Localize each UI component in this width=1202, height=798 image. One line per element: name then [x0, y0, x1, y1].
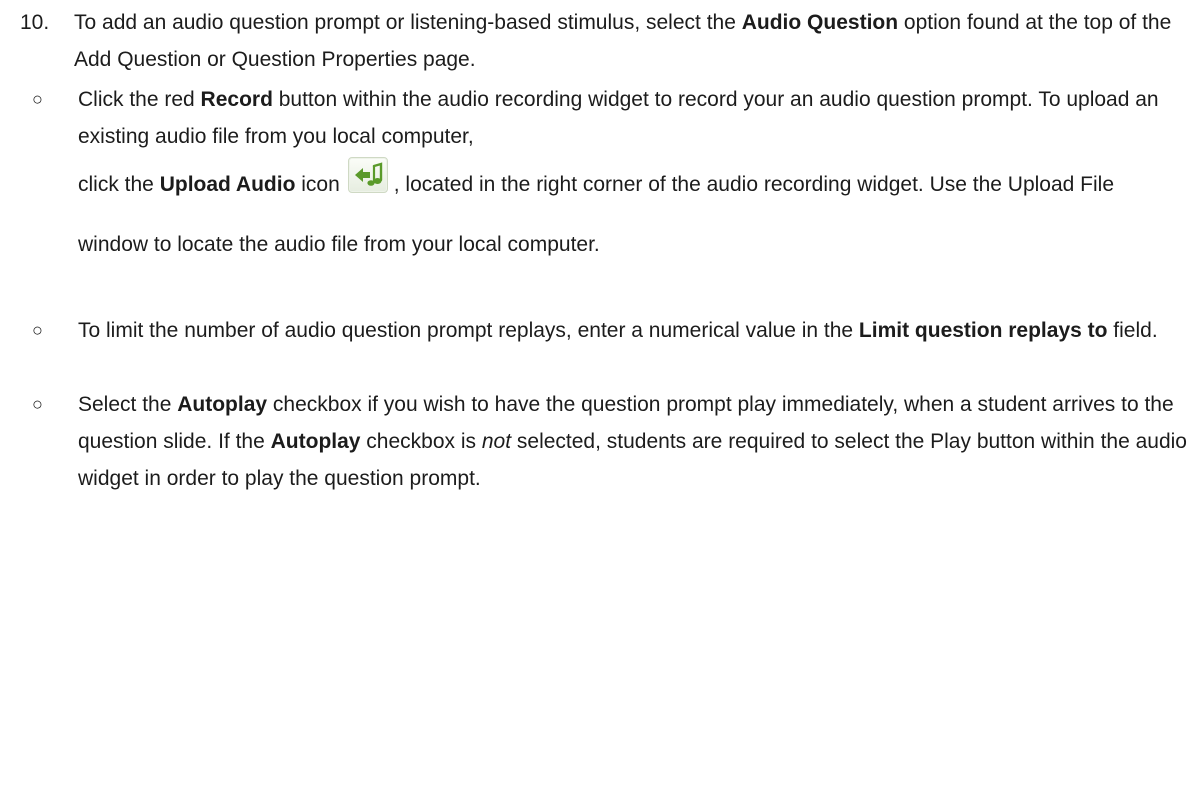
bullet-autoplay-text-3: checkbox is — [360, 430, 482, 453]
bullet-autoplay-bold-2: Autoplay — [270, 430, 361, 453]
bullet-record-text-3: click the — [78, 173, 160, 196]
bullet-mark: ○ — [32, 89, 43, 109]
bullet-mark: ○ — [32, 320, 43, 340]
document-page: 10. To add an audio question prompt or li… — [0, 0, 1202, 497]
bullet-limit-replays: ○ To limit the number of audio question … — [0, 312, 1202, 349]
bullet-limit-text-2: field. — [1107, 319, 1158, 342]
bullet-autoplay-italic-not: not — [481, 430, 512, 453]
bullet-autoplay-bold-1: Autoplay — [177, 393, 268, 416]
step-10: 10. To add an audio question prompt or li… — [0, 0, 1202, 78]
bullet-autoplay: ○ Select the Autoplay checkbox if you wi… — [0, 386, 1202, 497]
step-text-1: To add an audio question prompt or liste… — [74, 11, 742, 34]
upload-audio-line: click the Upload Audio icon , located in… — [78, 155, 1188, 275]
bullet-record-text-4: icon — [295, 173, 340, 196]
upload-audio-icon — [347, 157, 388, 193]
bullet-record: ○ Click the red Record button within the… — [0, 81, 1202, 275]
bullet-mark: ○ — [32, 394, 43, 414]
step-bold-audio-question: Audio Question — [741, 11, 899, 34]
bullet-record-bold-upload-audio: Upload Audio — [159, 173, 296, 196]
bullet-limit-text-1: To limit the number of audio question pr… — [78, 319, 859, 342]
bullet-autoplay-text-1: Select the — [78, 393, 178, 416]
bullet-limit-bold-field: Limit question replays to — [858, 319, 1108, 342]
bullet-record-text-1: Click the red — [78, 88, 201, 111]
step-number: 10. — [20, 11, 50, 34]
step-10-bullets: ○ Click the red Record button within the… — [0, 81, 1202, 497]
bullet-record-bold-record: Record — [200, 88, 273, 111]
